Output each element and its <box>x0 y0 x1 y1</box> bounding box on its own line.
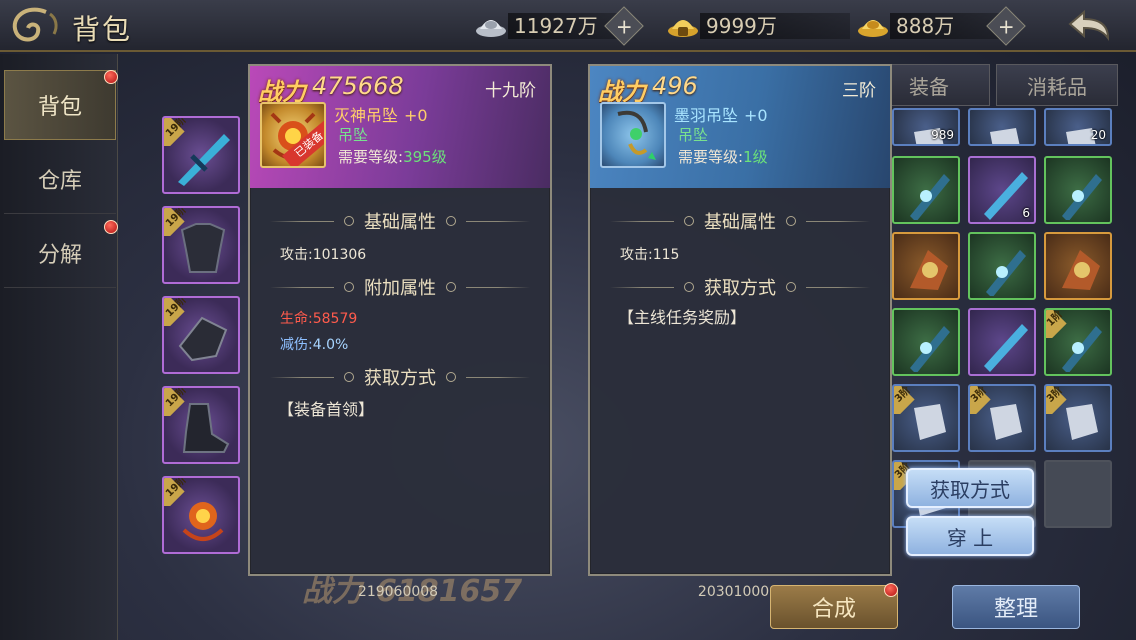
item-requirement: 需要等级:1级 <box>678 148 768 166</box>
inventory-slot[interactable]: 3阶 <box>1044 384 1112 452</box>
equipped-slot-shoulder[interactable]: 19阶 <box>162 296 240 374</box>
item-count: 6 <box>1022 206 1030 220</box>
compose-button[interactable]: 合成 <box>770 585 898 629</box>
left-nav: 背包 仓库 分解 <box>0 54 118 640</box>
item-type: 吊坠 <box>338 126 369 144</box>
top-bar: 背包 11927万 + 9999万 888万 + <box>0 0 1136 52</box>
tier-tag: 3阶 <box>894 386 922 414</box>
bound-gold-value: 9999万 <box>700 13 850 39</box>
inventory-slot[interactable] <box>968 232 1036 300</box>
inventory-slot[interactable] <box>892 308 960 376</box>
inventory-slot[interactable]: 1阶 <box>1044 308 1112 376</box>
ornament-swirl-icon <box>12 7 58 42</box>
item-count: 989 <box>931 128 954 142</box>
item-icon <box>1062 174 1102 220</box>
attr-attack: 攻击:101306 <box>280 247 367 263</box>
notification-dot <box>104 70 118 84</box>
item-icon <box>910 326 950 372</box>
back-arrow-icon[interactable] <box>1064 8 1114 44</box>
nav-item-label: 背包 <box>37 95 82 120</box>
page-title: 背包 <box>72 13 133 46</box>
tier-label: 三阶 <box>842 81 876 101</box>
tab-consumables[interactable]: 消耗品 <box>996 64 1118 106</box>
plus-icon: + <box>615 13 633 38</box>
inventory-slot[interactable] <box>892 156 960 224</box>
power-value: 475668 <box>312 72 404 100</box>
attr-damage-reduction: 减伤:4.0% <box>280 337 349 353</box>
silver-currency: 11927万 + <box>474 6 644 46</box>
tier-tag: 3阶 <box>1046 386 1074 414</box>
item-icon <box>1062 250 1100 290</box>
item-icon <box>910 174 950 220</box>
inventory-slot[interactable] <box>1044 232 1112 300</box>
inventory-slot[interactable]: 6 <box>968 156 1036 224</box>
inventory-slot[interactable] <box>892 232 960 300</box>
inventory-slot[interactable]: 3阶 <box>892 384 960 452</box>
section-title-extra: 附加属性 <box>270 276 530 299</box>
item-requirement: 需要等级:395级 <box>338 148 447 166</box>
item-icon <box>910 250 948 290</box>
section-title-source: 获取方式 <box>270 366 530 389</box>
equipped-slot-pendant[interactable]: 19阶 <box>162 476 240 554</box>
gold-ingot-icon <box>856 12 890 40</box>
inventory-slot[interactable] <box>968 108 1036 146</box>
source-text: 【主线任务奖励】 <box>618 308 747 327</box>
inventory-slot[interactable] <box>1044 156 1112 224</box>
gold-currency: 888万 + <box>856 6 1026 46</box>
item-icon <box>990 128 1020 144</box>
get-method-button[interactable]: 获取方式 <box>906 468 1034 508</box>
equip-button[interactable]: 穿 上 <box>906 516 1034 556</box>
nav-item-label: 分解 <box>37 242 82 268</box>
tooltip-header: 战力 496 三阶 墨羽吊坠 +0 吊坠 需要等级:1级 <box>590 66 890 188</box>
arrange-button[interactable]: 整理 <box>952 585 1080 629</box>
plus-icon: + <box>997 13 1015 38</box>
inventory-slot[interactable] <box>968 308 1036 376</box>
section-title-base: 基础属性 <box>610 210 870 233</box>
tier-tag: 3阶 <box>970 386 998 414</box>
nav-item-warehouse[interactable]: 仓库 <box>4 144 116 214</box>
notification-dot <box>884 583 898 597</box>
item-name: 墨羽吊坠 +0 <box>674 106 768 125</box>
bound-gold-currency: 9999万 <box>666 10 850 42</box>
notification-dot <box>104 220 118 234</box>
inventory-slot[interactable]: 3阶 <box>968 384 1036 452</box>
item-tooltip-equipped: 战力 475668 十九阶 已装备 灭神吊坠 +0 吊坠 需要等级:395级 基础… <box>248 64 552 576</box>
item-icon <box>984 324 1028 372</box>
inventory-slot <box>1044 460 1112 528</box>
attr-attack: 攻击:115 <box>620 247 680 263</box>
item-icon <box>986 250 1026 296</box>
equipped-slot-armor[interactable]: 19阶 <box>162 206 240 284</box>
section-title-source: 获取方式 <box>610 276 870 299</box>
power-value: 496 <box>652 72 698 100</box>
item-count: 20 <box>1090 128 1106 142</box>
silver-ingot-icon <box>474 12 508 40</box>
tier-label: 十九阶 <box>485 81 536 101</box>
section-title-base: 基础属性 <box>270 210 530 233</box>
nav-item-decompose[interactable]: 分解 <box>4 218 116 288</box>
source-text: 【装备首领】 <box>278 400 375 419</box>
gold-value: 888万 <box>890 13 1000 39</box>
nav-item-bag[interactable]: 背包 <box>4 70 116 140</box>
gold-ingot-bound-icon <box>666 12 700 40</box>
silver-value: 11927万 <box>508 13 618 39</box>
item-tooltip-compare: 战力 496 三阶 墨羽吊坠 +0 吊坠 需要等级:1级 基础属性 攻击:115 … <box>588 64 892 576</box>
inventory-slot[interactable]: 989 <box>892 108 960 146</box>
item-type: 吊坠 <box>678 126 709 144</box>
item-id: 219060008 <box>357 584 439 600</box>
equipped-slot-boots[interactable]: 19阶 <box>162 386 240 464</box>
equipped-slot-weapon[interactable]: 19阶 <box>162 116 240 194</box>
item-icon-frame: 已装备 <box>260 102 326 168</box>
attr-hp: 生命:58579 <box>280 311 358 327</box>
tooltip-header: 战力 475668 十九阶 已装备 灭神吊坠 +0 吊坠 需要等级:395级 <box>250 66 550 188</box>
inventory-slot[interactable]: 20 <box>1044 108 1112 146</box>
feather-pendant-icon <box>617 110 656 160</box>
item-name: 灭神吊坠 +0 <box>334 106 428 125</box>
tier-tag: 1阶 <box>1046 310 1074 338</box>
nav-item-label: 仓库 <box>37 168 82 194</box>
item-icon-frame <box>600 102 666 168</box>
